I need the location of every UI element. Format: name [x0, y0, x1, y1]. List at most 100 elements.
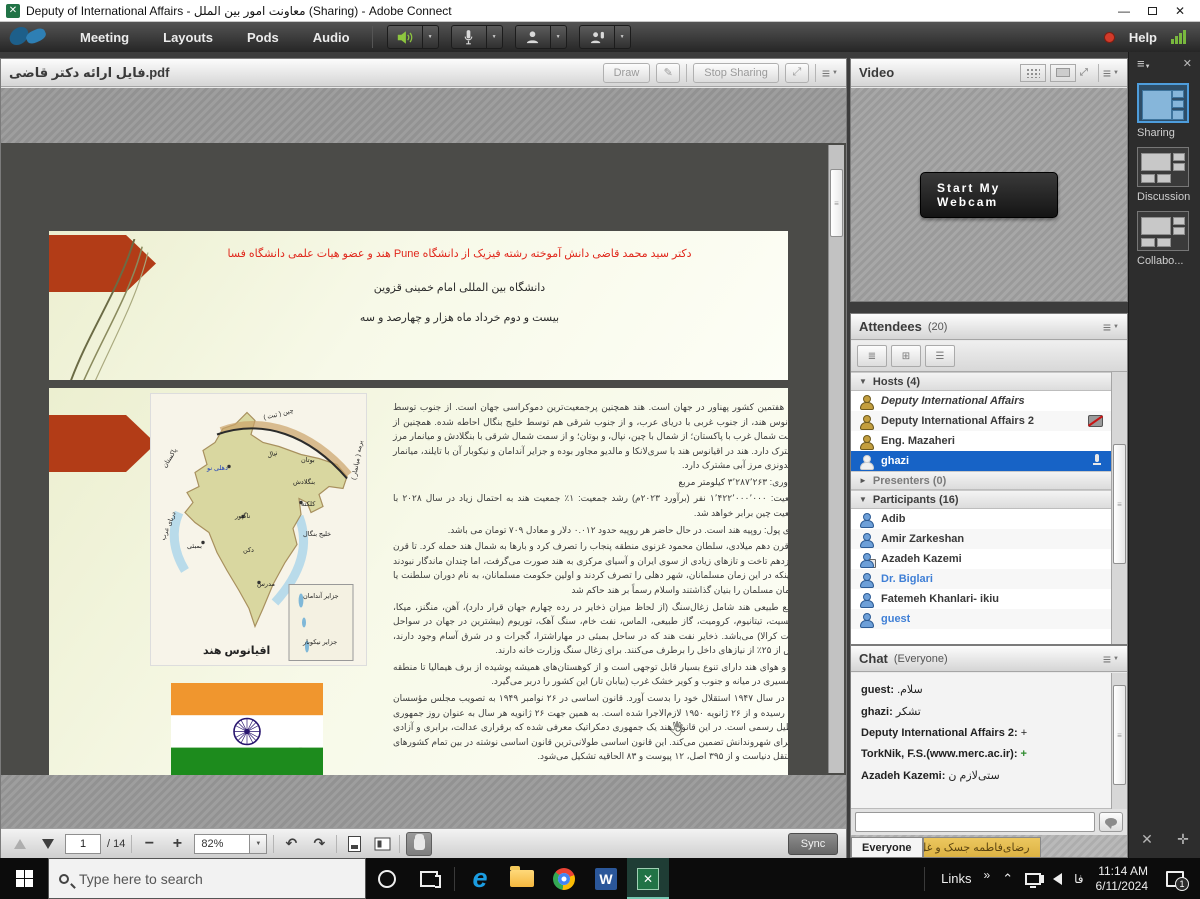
attendee-row[interactable]: Amir Zarkeshan — [851, 529, 1111, 549]
layout-label: Collabo... — [1137, 255, 1192, 267]
links-toolbar[interactable]: Links — [941, 871, 971, 886]
filmstrip-view-icon[interactable] — [1050, 64, 1076, 82]
menu-meeting[interactable]: Meeting — [80, 30, 129, 45]
previous-page-button[interactable] — [9, 833, 31, 855]
attendee-row[interactable]: Azadeh Kazemi — [851, 549, 1111, 569]
pdf-view-area[interactable]: دکتر سید محمد قاضی دانش آموخته رشته فیزی… — [1, 143, 846, 775]
slide1-line2: دانشگاه بین المللی امام خمینی قزوین — [139, 281, 780, 294]
layout-sharing[interactable]: Sharing — [1137, 83, 1192, 139]
attendee-row[interactable]: Adib — [851, 509, 1111, 529]
chat-input[interactable] — [855, 812, 1095, 832]
next-page-button[interactable] — [37, 833, 59, 855]
fullscreen-icon[interactable]: ⤢ — [785, 63, 809, 83]
chat-scrollbar[interactable]: ≡ — [1111, 673, 1127, 809]
start-button[interactable] — [0, 858, 48, 899]
document-scrollbar[interactable]: ≡ — [828, 145, 844, 773]
layouts-menu-icon[interactable]: ≡▼ — [1137, 56, 1151, 71]
adobe-connect-taskbar-icon[interactable]: ✕ — [627, 858, 669, 899]
attendee-row[interactable]: guest — [851, 609, 1111, 629]
close-button[interactable]: ✕ — [1166, 2, 1194, 20]
attendee-row[interactable]: Dr. Biglari — [851, 569, 1111, 589]
send-chat-icon[interactable] — [1099, 812, 1123, 832]
sync-button[interactable]: Sync — [788, 833, 838, 855]
show-hidden-icons[interactable]: ⌃ — [1002, 871, 1013, 887]
zoom-out-button[interactable]: − — [138, 833, 160, 855]
stop-sharing-button[interactable]: Stop Sharing — [693, 63, 779, 83]
volume-icon[interactable] — [1053, 873, 1062, 885]
group-participants[interactable]: ▼Participants (16) — [851, 490, 1111, 509]
connection-signal-icon[interactable] — [1171, 30, 1186, 44]
raise-hand-button[interactable]: ▼ — [579, 25, 631, 49]
taskbar-clock[interactable]: 11:14 AM 6/11/2024 — [1096, 864, 1149, 894]
webcam-button[interactable]: ▼ — [515, 25, 567, 49]
add-layout-icon[interactable]: ✛ — [1177, 831, 1189, 848]
page-number-input[interactable] — [65, 834, 101, 854]
attendee-status-view-icon[interactable]: ☰ — [925, 345, 955, 367]
chat-tab[interactable]: رضاى‌فاطمه جسک و غل ... — [923, 837, 1041, 857]
attendees-scrollbar-thumb[interactable]: ≡ — [1113, 444, 1126, 564]
speaker-icon — [396, 30, 414, 45]
chat-tab[interactable]: Everyone — [851, 837, 923, 857]
network-icon[interactable] — [1025, 873, 1041, 885]
speaker-button[interactable]: ▼ — [387, 25, 439, 49]
attendee-row[interactable]: Deputy International Affairs — [851, 391, 1111, 411]
map-label: دکن — [243, 546, 254, 554]
attendee-row[interactable]: Eng. Mazaheri — [851, 431, 1111, 451]
task-view-button[interactable] — [408, 858, 450, 899]
minimize-button[interactable]: — — [1110, 2, 1138, 20]
edge-icon[interactable]: e — [459, 858, 501, 899]
chrome-icon[interactable] — [543, 858, 585, 899]
attendee-name: Eng. Mazaheri — [881, 435, 955, 447]
links-overflow-icon[interactable]: » — [984, 868, 991, 882]
layout-collabo[interactable]: Collabo... — [1137, 211, 1192, 267]
group-hosts[interactable]: ▼Hosts (4) — [851, 372, 1111, 391]
video-pod-menu-icon[interactable]: ≡▼ — [1103, 65, 1119, 81]
attendee-row[interactable]: ghazi — [851, 451, 1111, 471]
document-scrollbar-thumb[interactable]: ≡ — [830, 169, 843, 237]
word-icon[interactable]: W — [585, 858, 627, 899]
pointer-pen-icon[interactable]: ✎ — [656, 63, 680, 83]
draw-button[interactable]: Draw — [603, 63, 651, 83]
map-label: بوتان — [301, 456, 315, 464]
layouts-close-icon[interactable]: ✕ — [1183, 57, 1192, 70]
attendee-person-icon — [859, 414, 873, 428]
hand-tool-button[interactable] — [406, 832, 432, 856]
zoom-dropdown-icon[interactable]: ▼ — [250, 834, 267, 854]
delete-layout-icon[interactable]: ✕ — [1141, 831, 1153, 848]
attendee-list-view-icon[interactable]: ≣ — [857, 345, 887, 367]
microphone-button[interactable]: ▼ — [451, 25, 503, 49]
group-label: Hosts (4) — [873, 376, 920, 388]
layout-discussion[interactable]: Discussion — [1137, 147, 1192, 203]
layouts-sidebar: ≡▼ ✕ Sharing Discussion Collabo... ✕ ✛ — [1128, 52, 1200, 858]
chat-scrollbar-thumb[interactable]: ≡ — [1113, 685, 1126, 785]
attendees-pod-menu-icon[interactable]: ≡▼ — [1103, 319, 1119, 335]
menu-pods[interactable]: Pods — [247, 30, 279, 45]
help-menu[interactable]: Help — [1129, 30, 1157, 45]
attendee-row[interactable]: Deputy International Affairs 2 — [851, 411, 1111, 431]
rotate-right-icon[interactable]: ↷ — [308, 833, 330, 855]
rotate-left-icon[interactable]: ↶ — [280, 833, 302, 855]
fit-page-icon[interactable] — [343, 833, 365, 855]
maximize-button[interactable] — [1138, 2, 1166, 20]
taskbar-search[interactable]: Type here to search — [48, 858, 366, 899]
attendees-scrollbar[interactable]: ≡ — [1111, 372, 1127, 644]
menu-layouts[interactable]: Layouts — [163, 30, 213, 45]
video-fullscreen-icon[interactable]: ⤢ — [1080, 67, 1094, 79]
attendee-name: Deputy International Affairs 2 — [881, 415, 1034, 427]
fit-width-icon[interactable] — [371, 833, 393, 855]
start-webcam-button[interactable]: Start My Webcam — [920, 172, 1058, 218]
cortana-button[interactable] — [366, 858, 408, 899]
zoom-level-value[interactable]: 82% — [194, 834, 250, 854]
action-center-button[interactable]: 1 — [1160, 858, 1190, 899]
language-indicator[interactable]: فا — [1074, 872, 1083, 886]
menu-audio[interactable]: Audio — [313, 30, 350, 45]
grid-view-icon[interactable] — [1020, 64, 1046, 82]
file-explorer-icon[interactable] — [501, 858, 543, 899]
menu-items: Meeting Layouts Pods Audio — [80, 30, 350, 45]
group-presenters[interactable]: ►Presenters (0) — [851, 471, 1111, 490]
breakout-view-icon[interactable]: ⊞ — [891, 345, 921, 367]
zoom-in-button[interactable]: + — [166, 833, 188, 855]
chat-pod-menu-icon[interactable]: ≡▼ — [1103, 651, 1119, 667]
attendee-row[interactable]: Fatemeh Khanlari- ikiu — [851, 589, 1111, 609]
share-pod-menu-icon[interactable]: ≡▼ — [822, 65, 838, 81]
